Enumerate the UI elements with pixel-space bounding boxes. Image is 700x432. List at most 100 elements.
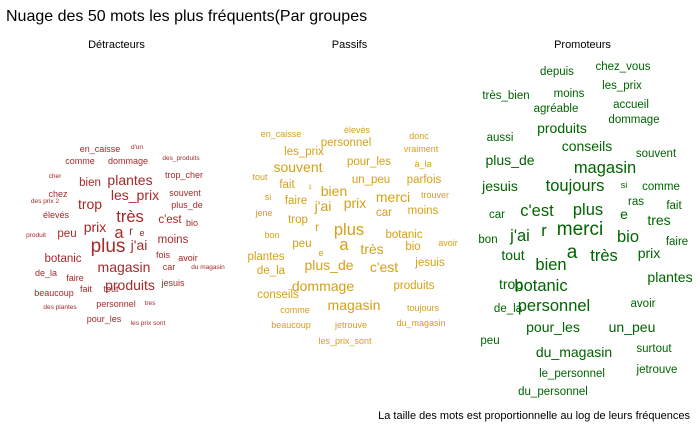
word-promoteurs: moins xyxy=(554,88,585,100)
word-promoteurs: souvent xyxy=(636,148,677,160)
cloud-group-promoteurs: depuis chez_vous les_prix très_bien moins acc… xyxy=(478,61,692,398)
word-promoteurs: pour_les xyxy=(526,319,580,335)
word-detracteurs: des plantes xyxy=(43,304,77,311)
word-detracteurs: souvent xyxy=(169,188,201,198)
word-promoteurs: jetrouve xyxy=(636,364,678,376)
word-detracteurs: fois xyxy=(156,250,171,260)
word-promoteurs: le_personnel xyxy=(539,368,605,380)
word-detracteurs: cher xyxy=(49,173,62,180)
word-detracteurs: moins xyxy=(158,234,189,246)
word-passifs: 1 xyxy=(308,184,312,191)
word-detracteurs: plantes xyxy=(107,172,152,188)
word-passifs: avoir xyxy=(438,238,458,248)
word-passifs: plus xyxy=(334,221,364,239)
word-detracteurs: car xyxy=(163,262,176,272)
word-passifs: j'ai xyxy=(314,198,332,214)
word-promoteurs: très_bien xyxy=(482,90,529,102)
cloud-group-passifs: en_caisse élevés personnel donc vraiment les_… xyxy=(247,125,457,346)
word-detracteurs: des_produits xyxy=(162,155,200,162)
chart-caption: La taille des mots est proportionnelle a… xyxy=(378,410,690,422)
word-passifs: les_prix xyxy=(284,146,324,158)
word-promoteurs: plantes xyxy=(647,269,692,285)
word-passifs: merci xyxy=(376,189,410,205)
word-detracteurs: bio xyxy=(186,218,198,228)
word-promoteurs: du_personnel xyxy=(518,386,588,398)
word-passifs: prix xyxy=(344,195,367,211)
word-promoteurs: avoir xyxy=(631,298,656,310)
word-detracteurs: les_prix xyxy=(111,187,159,203)
word-passifs: comme xyxy=(280,305,310,315)
word-detracteurs: c'est xyxy=(158,214,182,226)
word-promoteurs: plus_de xyxy=(485,152,534,168)
word-promoteurs: botanic xyxy=(514,277,567,295)
word-detracteurs: fait xyxy=(80,284,93,294)
word-passifs: r xyxy=(315,222,319,234)
word-detracteurs: trop_cher xyxy=(165,170,203,180)
word-passifs: trop xyxy=(288,214,308,226)
word-passifs: jesuis xyxy=(414,257,445,269)
word-promoteurs: un_peu xyxy=(609,319,656,335)
word-detracteurs: des prix 2 xyxy=(31,198,60,205)
word-passifs: vraiment xyxy=(404,144,439,154)
word-passifs: plantes xyxy=(247,251,284,263)
word-promoteurs: tout xyxy=(501,247,524,263)
word-promoteurs: a xyxy=(567,242,578,263)
word-promoteurs: aussi xyxy=(487,132,514,144)
word-passifs: a xyxy=(339,236,349,254)
word-promoteurs: c'est xyxy=(520,202,554,220)
word-detracteurs: prix xyxy=(84,219,107,235)
word-detracteurs: botanic xyxy=(44,253,81,265)
word-promoteurs: depuis xyxy=(540,66,574,78)
word-promoteurs: ras xyxy=(628,196,644,208)
cloud-group-detracteurs: en_caisse d'un comme dommage des_produitsche… xyxy=(26,144,225,327)
word-promoteurs: toujours xyxy=(546,177,605,195)
word-promoteurs: peu xyxy=(480,335,499,347)
word-promoteurs: si xyxy=(621,180,628,190)
word-promoteurs: bio xyxy=(617,228,639,246)
word-promoteurs: prix xyxy=(638,245,661,261)
word-promoteurs: dommage xyxy=(608,114,659,126)
word-passifs: peu xyxy=(292,238,311,250)
word-passifs: les_prix_sont xyxy=(318,336,372,346)
word-detracteurs: dommage xyxy=(108,156,148,166)
word-passifs: du_magasin xyxy=(396,318,445,328)
word-detracteurs: j'ai xyxy=(130,237,148,253)
word-passifs: botanic xyxy=(385,229,422,241)
word-promoteurs: r xyxy=(541,222,547,240)
word-promoteurs: les_prix xyxy=(602,80,642,92)
word-passifs: parfois xyxy=(407,174,442,186)
word-promoteurs: surtout xyxy=(636,343,672,355)
word-detracteurs: produit xyxy=(26,232,46,239)
word-cloud-area: en_caisse d'un comme dommage des_produitsche… xyxy=(26,61,693,398)
word-promoteurs: bon xyxy=(478,234,497,246)
word-passifs: très xyxy=(360,241,383,257)
word-passifs: jene xyxy=(254,208,272,218)
word-detracteurs: personnel xyxy=(96,299,136,309)
word-detracteurs: d'un xyxy=(131,144,143,151)
word-detracteurs: les prix sont xyxy=(131,320,166,327)
word-detracteurs: jesuis xyxy=(160,278,185,288)
word-promoteurs: faire xyxy=(666,236,688,248)
word-passifs: à_la xyxy=(414,159,431,169)
word-passifs: car xyxy=(376,207,392,219)
word-passifs: de_la xyxy=(257,265,286,277)
word-passifs: trouver xyxy=(421,190,449,200)
word-promoteurs: car xyxy=(489,209,505,221)
word-detracteurs: magasin xyxy=(98,259,151,275)
word-passifs: donc xyxy=(409,131,429,141)
word-passifs: personnel xyxy=(321,137,372,149)
word-detracteurs: plus_de xyxy=(171,200,203,210)
word-promoteurs: agréable xyxy=(534,103,579,115)
word-passifs: bio xyxy=(405,241,420,253)
word-promoteurs: bien xyxy=(535,256,566,274)
word-promoteurs: accueil xyxy=(613,99,649,111)
word-passifs: beaucoup xyxy=(271,320,311,330)
word-passifs: dommage xyxy=(292,278,354,294)
word-promoteurs: produits xyxy=(537,120,587,136)
word-promoteurs: plus xyxy=(573,201,603,219)
word-passifs: en_caisse xyxy=(261,129,302,139)
word-promoteurs: e xyxy=(620,206,628,222)
word-passifs: fait xyxy=(279,179,295,191)
word-passifs: si xyxy=(265,192,272,202)
word-promoteurs: personnel xyxy=(518,297,590,315)
